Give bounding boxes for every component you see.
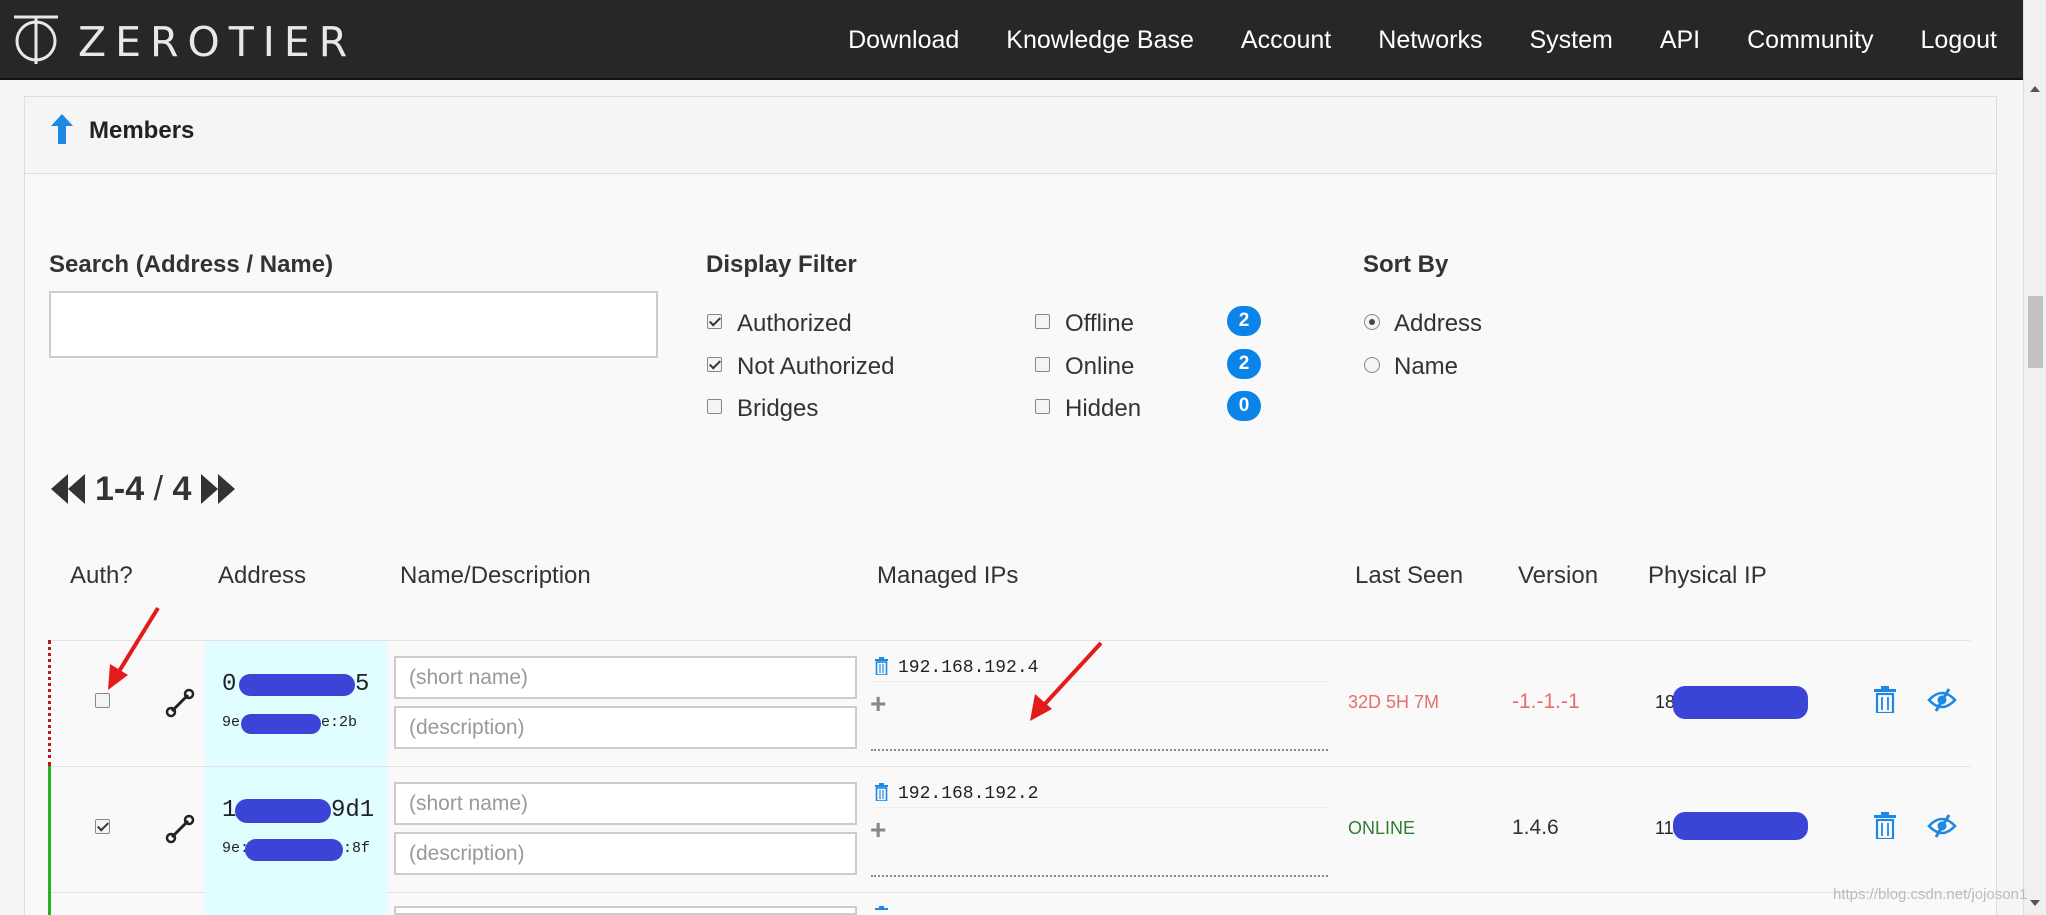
annotation-arrows: [108, 606, 1103, 721]
app-window: ZEROTIER Download Knowledge Base Account…: [0, 0, 2046, 915]
annotation-arrow-line: [116, 606, 160, 675]
watermark-text: https://blog.csdn.net/jojoson1: [1833, 886, 2028, 903]
annotation-arrow-line: [1041, 641, 1103, 708]
annotation-arrow-head: [108, 664, 128, 690]
